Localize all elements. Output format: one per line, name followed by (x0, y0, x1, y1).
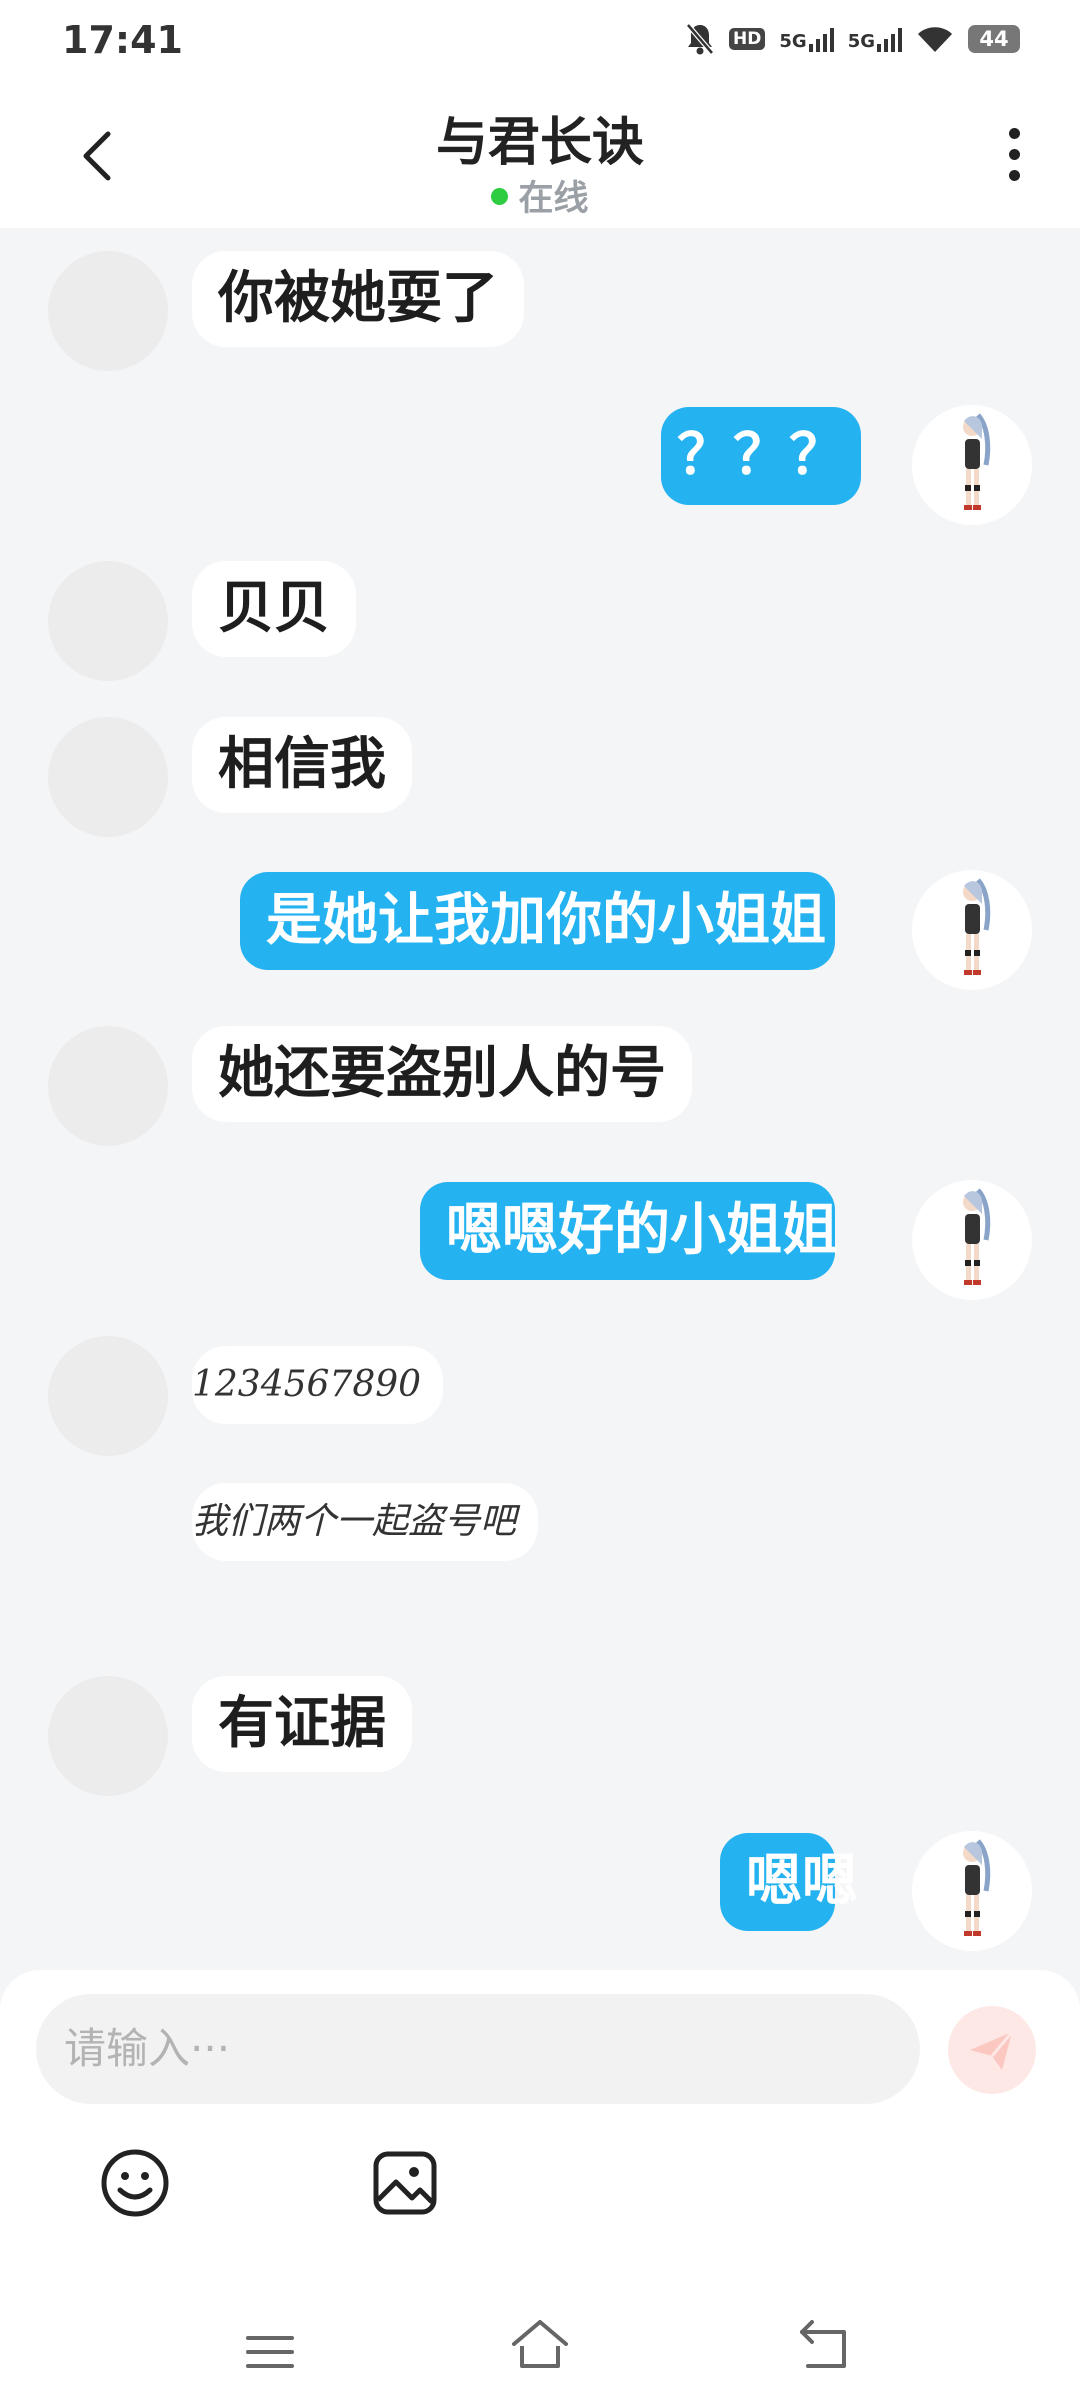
handwriting-image-line[interactable]: 我们两个一起盗号吧 (192, 1483, 539, 1561)
status-bar: 17:41 HD 5G 5G 44 (0, 0, 1080, 86)
message-input[interactable]: 请输入··· (36, 1994, 920, 2104)
message-bubble-incoming[interactable]: 相信我 (192, 717, 412, 813)
home-icon[interactable] (510, 2316, 570, 2372)
online-status: 在线 (0, 170, 1080, 221)
battery-icon: 44 (968, 25, 1020, 53)
contact-avatar[interactable] (48, 1336, 168, 1456)
signal-bars-2-icon (877, 26, 902, 52)
contact-avatar[interactable] (48, 561, 168, 681)
emoji-icon[interactable] (100, 2148, 170, 2218)
message-bubble-outgoing[interactable]: ？？？ (661, 407, 861, 505)
signal-bars-1-icon (808, 26, 834, 52)
message-bubble-incoming[interactable]: 有证据 (192, 1676, 412, 1772)
status-icons: HD 5G 5G 44 (685, 22, 1020, 56)
character-avatar-icon (963, 413, 991, 510)
character-avatar-icon (963, 1839, 991, 1936)
signal-1: 5G (779, 26, 834, 52)
status-time: 17:41 (62, 18, 183, 62)
contact-avatar[interactable] (48, 251, 168, 371)
online-label: 在线 (518, 179, 589, 219)
back-nav-icon[interactable] (798, 2318, 852, 2370)
message-bubble-outgoing[interactable]: 嗯嗯 (720, 1833, 858, 1931)
hd-badge: HD (729, 28, 766, 50)
message-bubble-incoming[interactable]: 贝贝 (192, 561, 356, 657)
handwriting-image-line[interactable]: 1234567890 (192, 1346, 444, 1424)
character-avatar-icon (963, 1188, 991, 1285)
my-avatar[interactable] (912, 1180, 1032, 1300)
contact-avatar[interactable] (48, 717, 168, 837)
menu-icon[interactable] (246, 2332, 294, 2372)
character-avatar-icon (963, 878, 991, 975)
mute-bell-icon (686, 23, 714, 55)
chat-header: 与君长诀 在线 (0, 86, 1080, 228)
wifi-icon (918, 27, 952, 52)
message-bubble-outgoing[interactable]: 是她让我加你的小姐姐 (240, 872, 835, 970)
my-avatar[interactable] (912, 870, 1032, 990)
message-bubble-incoming[interactable]: 她还要盗别人的号 (192, 1026, 692, 1122)
network-label-1: 5G (779, 31, 807, 52)
image-icon[interactable] (372, 2150, 438, 2216)
my-avatar[interactable] (912, 1831, 1032, 1951)
message-bubble-incoming[interactable]: 你被她耍了 (192, 251, 524, 347)
contact-avatar[interactable] (48, 1676, 168, 1796)
my-avatar[interactable] (912, 405, 1032, 525)
send-icon (970, 2031, 1014, 2070)
chat-title: 与君长诀 (435, 113, 644, 173)
network-label-2: 5G (847, 31, 875, 52)
online-dot-icon (491, 187, 509, 205)
signal-2: 5G (848, 26, 902, 52)
message-bubble-outgoing[interactable]: 嗯嗯好的小姐姐 (420, 1182, 838, 1280)
send-button[interactable] (948, 2006, 1036, 2094)
contact-avatar[interactable] (48, 1026, 168, 1146)
more-vertical-icon[interactable] (1002, 128, 1026, 188)
